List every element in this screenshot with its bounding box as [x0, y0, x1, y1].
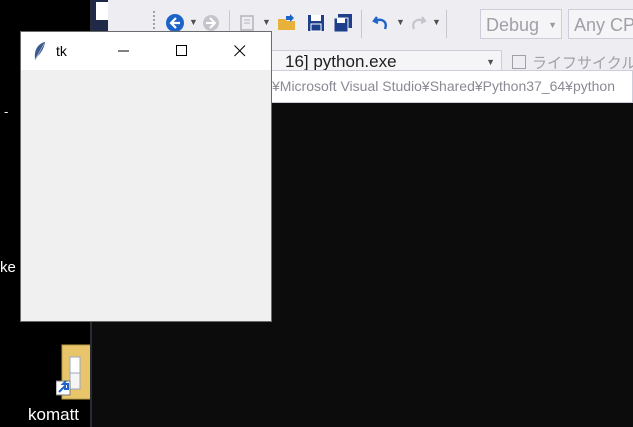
- desktop-text-fragment: ke: [0, 259, 16, 276]
- redo-icon[interactable]: [407, 12, 429, 34]
- solution-config-value: Debug: [486, 15, 540, 35]
- chevron-down-icon[interactable]: ▼: [262, 17, 271, 27]
- close-icon: [234, 45, 246, 57]
- save-icon[interactable]: [305, 12, 327, 34]
- executable-path-field[interactable]: ¥Microsoft Visual Studio¥Shared¥Python37…: [267, 70, 633, 103]
- tk-title-bar[interactable]: tk: [21, 32, 271, 70]
- tk-window: tk: [20, 31, 272, 322]
- lifecycle-icon: [512, 55, 526, 69]
- window-title: tk: [56, 43, 67, 59]
- desktop-shortcut[interactable]: [55, 343, 93, 401]
- close-button[interactable]: [217, 32, 263, 70]
- desktop-shortcut-label: komatt: [28, 405, 80, 424]
- vs-strip-tab: [96, 2, 108, 20]
- save-all-icon[interactable]: [332, 12, 354, 34]
- chevron-down-icon[interactable]: ▼: [189, 17, 198, 27]
- toolbar-separator: [361, 10, 362, 38]
- undo-icon[interactable]: [370, 12, 392, 34]
- process-combo-value: 16] python.exe: [285, 52, 397, 71]
- chevron-down-icon: ▼: [548, 20, 557, 30]
- minimize-button[interactable]: [101, 32, 147, 70]
- tk-feather-icon: [34, 42, 45, 61]
- solution-platform-combo[interactable]: Any CP: [568, 9, 633, 39]
- folder-icon: [55, 344, 93, 400]
- solution-config-combo[interactable]: Debug ▼: [480, 9, 562, 39]
- toolbar-separator: [446, 10, 447, 38]
- minimize-icon: [118, 50, 129, 52]
- chevron-down-icon[interactable]: ▼: [396, 17, 405, 27]
- open-folder-icon[interactable]: [276, 12, 298, 34]
- tk-client-area[interactable]: [21, 70, 271, 321]
- executable-path-text: ¥Microsoft Visual Studio¥Shared¥Python37…: [272, 78, 615, 94]
- chevron-down-icon[interactable]: ▼: [432, 17, 441, 27]
- solution-platform-value: Any CP: [574, 15, 633, 35]
- maximize-icon: [176, 45, 187, 56]
- desktop-text-fragment: -: [4, 104, 9, 119]
- maximize-button[interactable]: [159, 32, 205, 70]
